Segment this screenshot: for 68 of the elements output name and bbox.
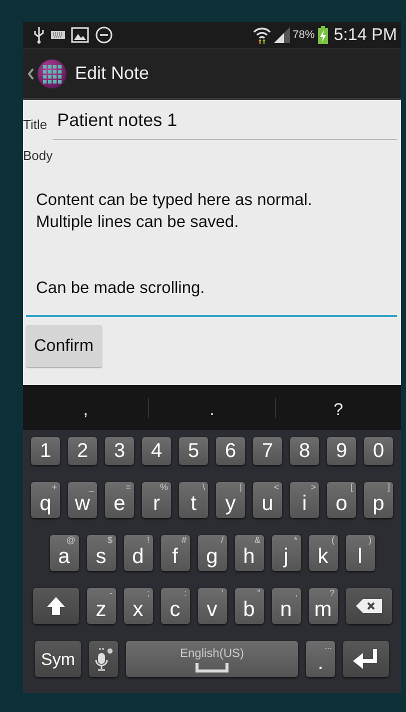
key[interactable]: p ] (364, 482, 393, 518)
key[interactable]: v ' (198, 588, 226, 624)
mic-key[interactable] (89, 641, 118, 677)
shift-key[interactable] (32, 588, 78, 624)
usb-icon (33, 26, 45, 44)
suggestion-item[interactable]: , (23, 396, 148, 420)
body-input-field[interactable]: Content can be typed here as normal. Multiple lines can be saved. Can be made scrolling. (26, 173, 397, 317)
key[interactable]: z - (86, 588, 116, 624)
keyboard-icon (51, 31, 65, 39)
key[interactable]: g / (198, 535, 226, 571)
key[interactable]: 8 (290, 437, 319, 465)
key[interactable]: u < (253, 482, 282, 518)
key[interactable]: e = (105, 482, 134, 518)
key[interactable]: r % (142, 482, 171, 518)
space-bar-icon (195, 662, 229, 672)
key[interactable]: b " (234, 588, 264, 624)
battery-charging-icon (318, 26, 328, 44)
arrow-up-icon (46, 596, 66, 616)
key[interactable]: 0 (364, 437, 393, 465)
enter-key[interactable] (343, 641, 389, 677)
chevron-left-icon (28, 68, 34, 80)
key[interactable]: q + (31, 482, 60, 518)
key[interactable]: l ) (346, 535, 374, 571)
key[interactable]: y | (216, 482, 245, 518)
title-label: Title (23, 117, 48, 132)
title-input-field[interactable]: Patient notes 1 (53, 108, 397, 140)
key[interactable]: 3 (105, 437, 134, 465)
suggestion-item[interactable]: ? (276, 396, 401, 420)
key[interactable]: 4 (142, 437, 171, 465)
space-key[interactable]: English(US) (126, 641, 298, 677)
sym-key[interactable]: Sym (35, 641, 81, 677)
key[interactable]: n , (272, 588, 300, 624)
do-not-disturb-icon (95, 26, 113, 44)
key[interactable]: w _ (68, 482, 97, 518)
battery-percentage: 78% (292, 29, 315, 41)
key[interactable]: c : (160, 588, 190, 624)
key[interactable]: 1 (31, 437, 60, 465)
microphone-icon (94, 647, 114, 671)
key[interactable]: 2 (68, 437, 97, 465)
key[interactable]: s $ (86, 535, 116, 571)
signal-icon (274, 27, 290, 43)
wifi-icon (252, 26, 271, 44)
backspace-key[interactable] (346, 588, 392, 624)
enter-icon (353, 649, 379, 669)
key[interactable]: t \ (179, 482, 208, 518)
clock-time: 5:14 PM (334, 25, 397, 45)
screen-title: Edit Note (75, 63, 150, 84)
key[interactable]: o [ (327, 482, 356, 518)
key[interactable]: d ! (124, 535, 152, 571)
key[interactable]: . ... (306, 641, 335, 677)
suggestion-item[interactable]: . (149, 396, 275, 420)
key[interactable]: f # (160, 535, 190, 571)
backspace-icon (356, 599, 382, 613)
key[interactable]: h & (234, 535, 264, 571)
grid-app-icon (37, 58, 67, 88)
key[interactable]: k ( (308, 535, 338, 571)
key[interactable]: 9 (327, 437, 356, 465)
key[interactable]: 6 (216, 437, 245, 465)
key[interactable]: i > (290, 482, 319, 518)
key[interactable]: j * (272, 535, 300, 571)
confirm-button[interactable]: Confirm (26, 325, 102, 367)
key[interactable]: m ? (308, 588, 338, 624)
key[interactable]: a @ (50, 535, 78, 571)
image-icon (71, 27, 89, 43)
key[interactable]: x ; (124, 588, 152, 624)
body-label: Body (23, 148, 54, 163)
key[interactable]: 7 (253, 437, 282, 465)
key[interactable]: 5 (179, 437, 208, 465)
